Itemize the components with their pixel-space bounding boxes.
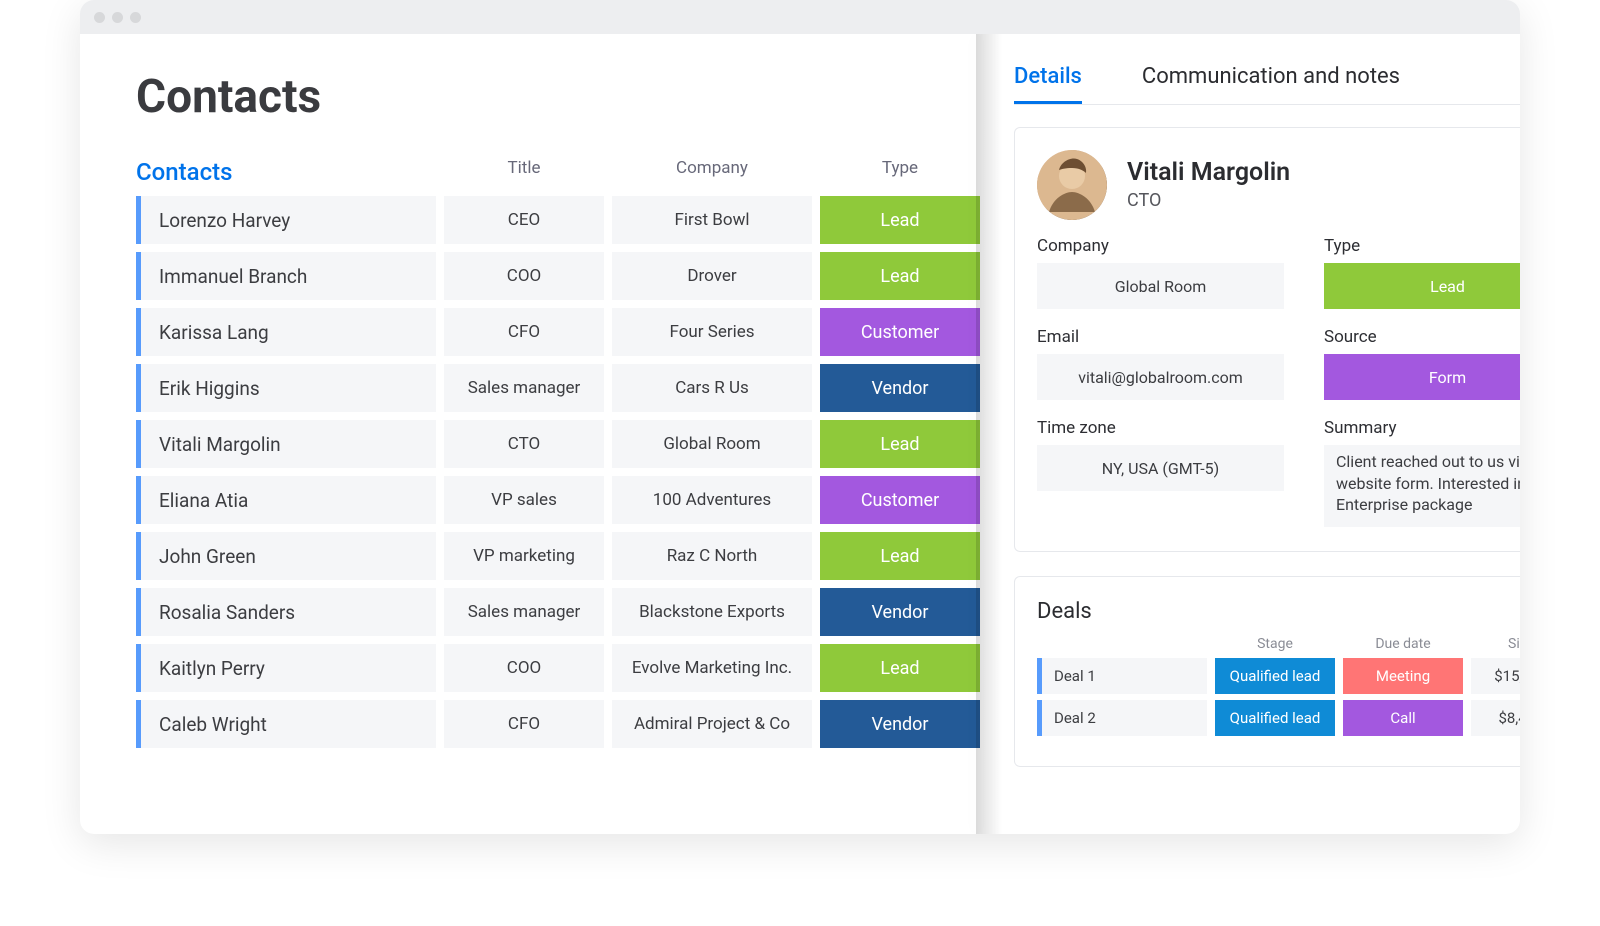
deals-title: Deals [1037, 599, 1520, 624]
cell-title[interactable]: VP marketing [444, 532, 604, 580]
table-row[interactable]: Eliana AtiaVP sales100 AdventuresCustome… [136, 476, 980, 524]
cell-name[interactable]: Karissa Lang [136, 308, 436, 356]
contacts-pane: Contacts Contacts Title Company Type Lor… [80, 34, 980, 834]
label-source: Source [1324, 327, 1520, 347]
tab-details[interactable]: Details [1014, 64, 1082, 104]
cell-type[interactable]: Vendor [820, 588, 980, 636]
cell-company[interactable]: First Bowl [612, 196, 812, 244]
deal-size[interactable]: $8,400 [1471, 700, 1520, 736]
deals-col-due[interactable]: Due date [1343, 636, 1463, 652]
label-company: Company [1037, 236, 1284, 256]
table-row[interactable]: Karissa LangCFOFour SeriesCustomer [136, 308, 980, 356]
cell-type[interactable]: Lead [820, 252, 980, 300]
cell-type[interactable]: Lead [820, 644, 980, 692]
table-row[interactable]: Immanuel BranchCOODroverLead [136, 252, 980, 300]
cell-type[interactable]: Vendor [820, 364, 980, 412]
cell-type[interactable]: Lead [820, 532, 980, 580]
deal-due[interactable]: Call [1343, 700, 1463, 736]
cell-title[interactable]: Sales manager [444, 588, 604, 636]
col-title[interactable]: Title [444, 158, 604, 186]
cell-company[interactable]: Four Series [612, 308, 812, 356]
cell-title[interactable]: Sales manager [444, 364, 604, 412]
deal-due[interactable]: Meeting [1343, 658, 1463, 694]
cell-title[interactable]: CFO [444, 308, 604, 356]
value-email[interactable]: vitali@globalroom.com [1037, 354, 1284, 400]
col-company[interactable]: Company [612, 158, 812, 186]
cell-name[interactable]: Vitali Margolin [136, 420, 436, 468]
value-summary[interactable]: Client reached out to us via website for… [1324, 445, 1520, 527]
deals-col-size[interactable]: Size [1471, 636, 1520, 652]
deals-card: Deals Stage Due date Size Deal 1Qualifie… [1014, 576, 1520, 767]
cell-title[interactable]: COO [444, 252, 604, 300]
table-row[interactable]: Rosalia SandersSales managerBlackstone E… [136, 588, 980, 636]
cell-company[interactable]: Evolve Marketing Inc. [612, 644, 812, 692]
tab-communication[interactable]: Communication and notes [1142, 64, 1400, 104]
value-company[interactable]: Global Room [1037, 263, 1284, 309]
cell-company[interactable]: Admiral Project & Co [612, 700, 812, 748]
label-timezone: Time zone [1037, 418, 1284, 438]
app-window: Contacts Contacts Title Company Type Lor… [80, 0, 1520, 834]
cell-title[interactable]: COO [444, 644, 604, 692]
cell-title[interactable]: CTO [444, 420, 604, 468]
deal-name[interactable]: Deal 2 [1037, 700, 1207, 736]
detail-tabs: Details Communication and notes [1014, 64, 1520, 105]
cell-name[interactable]: Erik Higgins [136, 364, 436, 412]
table-row[interactable]: Erik HigginsSales managerCars R UsVendor [136, 364, 980, 412]
contact-name: Vitali Margolin [1127, 159, 1290, 187]
cell-name[interactable]: Lorenzo Harvey [136, 196, 436, 244]
table-row[interactable]: Caleb WrightCFOAdmiral Project & CoVendo… [136, 700, 980, 748]
cell-type[interactable]: Customer [820, 308, 980, 356]
group-title[interactable]: Contacts [136, 158, 436, 186]
table-row[interactable]: Vitali MargolinCTOGlobal RoomLead [136, 420, 980, 468]
cell-company[interactable]: Raz C North [612, 532, 812, 580]
cell-name[interactable]: Rosalia Sanders [136, 588, 436, 636]
deals-table: Deal 1Qualified leadMeeting$15,000 Deal 2… [1037, 658, 1520, 736]
deal-name[interactable]: Deal 1 [1037, 658, 1207, 694]
table-row[interactable]: John GreenVP marketingRaz C NorthLead [136, 532, 980, 580]
window-dot [112, 12, 123, 23]
cell-type[interactable]: Customer [820, 476, 980, 524]
contacts-table: Lorenzo HarveyCEOFirst BowlLeadImmanuel … [136, 196, 980, 748]
deal-stage[interactable]: Qualified lead [1215, 658, 1335, 694]
label-type: Type [1324, 236, 1520, 256]
window-titlebar [80, 0, 1520, 34]
window-dot [130, 12, 141, 23]
cell-company[interactable]: Global Room [612, 420, 812, 468]
deals-col-stage[interactable]: Stage [1215, 636, 1335, 652]
cell-company[interactable]: Blackstone Exports [612, 588, 812, 636]
cell-type[interactable]: Lead [820, 420, 980, 468]
deal-row[interactable]: Deal 1Qualified leadMeeting$15,000 [1037, 658, 1520, 694]
cell-type[interactable]: Lead [820, 196, 980, 244]
cell-title[interactable]: CFO [444, 700, 604, 748]
table-row[interactable]: Lorenzo HarveyCEOFirst BowlLead [136, 196, 980, 244]
cell-company[interactable]: Cars R Us [612, 364, 812, 412]
cell-name[interactable]: John Green [136, 532, 436, 580]
cell-title[interactable]: VP sales [444, 476, 604, 524]
label-email: Email [1037, 327, 1284, 347]
col-type[interactable]: Type [820, 158, 980, 186]
cell-company[interactable]: Drover [612, 252, 812, 300]
avatar [1037, 150, 1107, 220]
cell-name[interactable]: Eliana Atia [136, 476, 436, 524]
deal-row[interactable]: Deal 2Qualified leadCall$8,400 [1037, 700, 1520, 736]
label-summary: Summary [1324, 418, 1520, 438]
cell-name[interactable]: Immanuel Branch [136, 252, 436, 300]
contact-title: CTO [1127, 190, 1290, 211]
table-row[interactable]: Kaitlyn PerryCOOEvolve Marketing Inc.Lea… [136, 644, 980, 692]
details-card: Vitali Margolin CTO Company Global Room … [1014, 127, 1520, 552]
value-timezone[interactable]: NY, USA (GMT-5) [1037, 445, 1284, 491]
page-title: Contacts [136, 70, 980, 124]
cell-company[interactable]: 100 Adventures [612, 476, 812, 524]
value-type[interactable]: Lead [1324, 263, 1520, 309]
cell-name[interactable]: Caleb Wright [136, 700, 436, 748]
detail-pane: Details Communication and notes Vitali M… [980, 34, 1520, 834]
deal-size[interactable]: $15,000 [1471, 658, 1520, 694]
window-dot [94, 12, 105, 23]
cell-name[interactable]: Kaitlyn Perry [136, 644, 436, 692]
deal-stage[interactable]: Qualified lead [1215, 700, 1335, 736]
cell-title[interactable]: CEO [444, 196, 604, 244]
value-source[interactable]: Form [1324, 354, 1520, 400]
cell-type[interactable]: Vendor [820, 700, 980, 748]
